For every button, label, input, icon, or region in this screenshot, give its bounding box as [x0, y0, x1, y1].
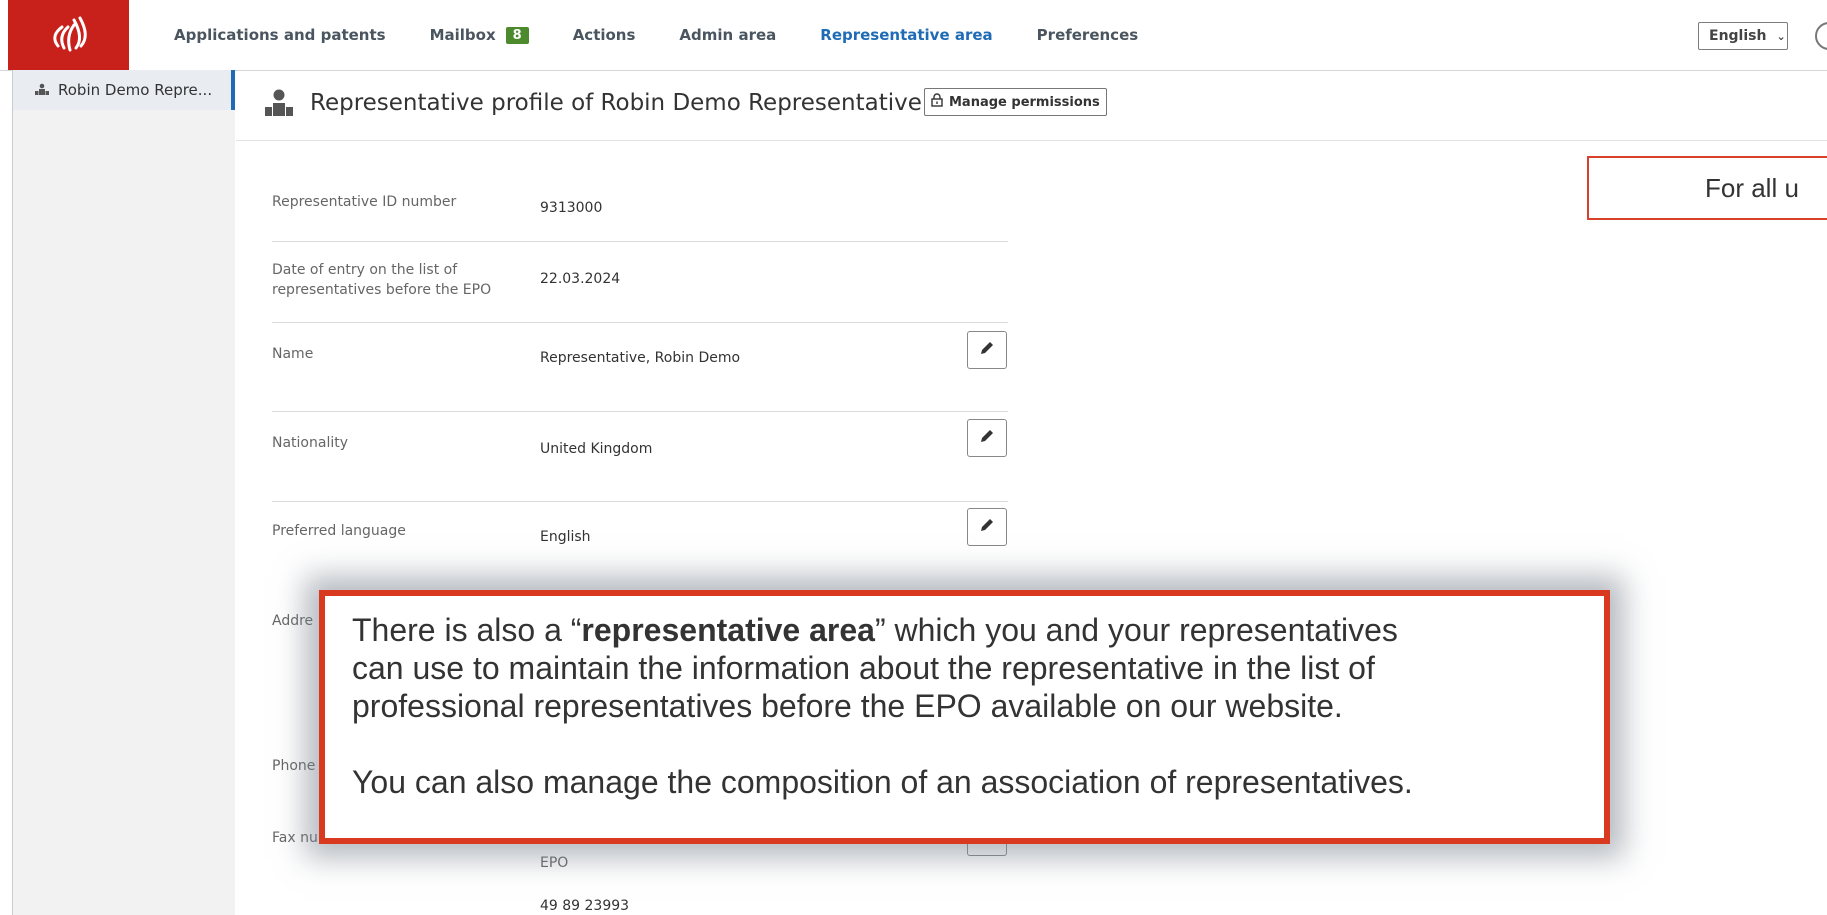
- nav-admin-area[interactable]: Admin area: [679, 26, 776, 44]
- nav-label: Preferences: [1036, 26, 1139, 44]
- profile-row-nationality: Nationality United Kingdom: [272, 411, 1008, 502]
- nav-mailbox[interactable]: Mailbox 8: [430, 26, 529, 44]
- sidebar-item-label: Robin Demo Repre...: [58, 81, 213, 99]
- row-label: Preferred language: [272, 523, 406, 539]
- callout-line-3: professional representatives before the …: [352, 688, 1343, 724]
- profile-row-date-of-entry: Date of entry on the list of representat…: [272, 241, 1008, 323]
- phone-label: Phone: [272, 758, 316, 774]
- fax-value-tail: EPO: [540, 855, 569, 871]
- nav-representative-area[interactable]: Representative area: [820, 26, 992, 44]
- page-header: Representative profile of Robin Demo Rep…: [236, 70, 1827, 141]
- callout-line-2: can use to maintain the information abou…: [352, 650, 1375, 686]
- page-title: Representative profile of Robin Demo Rep…: [310, 90, 922, 116]
- nav-actions[interactable]: Actions: [573, 26, 636, 44]
- row-value: 9313000: [540, 200, 603, 216]
- profile-row-id: Representative ID number 9313000: [272, 170, 1008, 242]
- profile-row-preferred-language: Preferred language English: [272, 501, 1008, 591]
- row-value: 22.03.2024: [540, 271, 621, 287]
- nav-label: Admin area: [679, 26, 777, 44]
- pencil-icon: [979, 340, 995, 361]
- chevron-down-icon: ⌄: [1776, 29, 1786, 43]
- row-label: Nationality: [272, 435, 349, 451]
- nav-label: Representative area: [820, 26, 993, 44]
- row-label: Date of entry on the list of representat…: [272, 262, 492, 298]
- user-group-icon: [35, 81, 49, 99]
- callout-emphasis: representative area: [581, 612, 875, 648]
- mailbox-count-badge: 8: [505, 26, 529, 44]
- user-group-icon: [264, 88, 294, 123]
- nav-applications-and-patents[interactable]: Applications and patents: [174, 26, 386, 44]
- sidebar: Robin Demo Repre...: [12, 70, 235, 915]
- partial-callout-text: For all u: [1705, 172, 1799, 203]
- profile-row-name: Name Representative, Robin Demo: [272, 322, 1008, 412]
- edit-language-button[interactable]: [967, 508, 1007, 546]
- address-label: Addre: [272, 613, 314, 629]
- language-select[interactable]: English ⌄: [1698, 22, 1788, 50]
- lock-icon: [931, 93, 943, 111]
- partial-callout-box: For all u: [1587, 156, 1827, 220]
- pencil-icon: [979, 517, 995, 538]
- row-value: United Kingdom: [540, 441, 653, 457]
- nav-preferences[interactable]: Preferences: [1037, 26, 1139, 44]
- edit-name-button[interactable]: [967, 331, 1007, 369]
- top-navigation-bar: Applications and patents Mailbox 8 Action…: [0, 0, 1827, 71]
- nav-label: Applications and patents: [174, 26, 386, 44]
- epo-logo-icon[interactable]: [8, 0, 129, 70]
- phone-number: 49 89 23993: [540, 898, 630, 914]
- manage-permissions-button[interactable]: Manage permissions: [924, 88, 1107, 116]
- sidebar-item-representative[interactable]: Robin Demo Repre...: [13, 70, 235, 110]
- manage-permissions-label: Manage permissions: [949, 94, 1100, 110]
- callout-line-1: There is also a “representative area” wh…: [352, 612, 1398, 648]
- row-value: Representative, Robin Demo: [540, 350, 741, 366]
- row-label: Name: [272, 346, 314, 362]
- nav-label: Mailbox: [429, 26, 496, 44]
- edit-nationality-button[interactable]: [967, 419, 1007, 457]
- main-nav: Applications and patents Mailbox 8 Action…: [174, 0, 1182, 70]
- row-label: Representative ID number: [272, 194, 457, 210]
- nav-label: Actions: [572, 26, 636, 44]
- fax-label: Fax nu: [272, 830, 318, 846]
- row-value: English: [540, 529, 591, 545]
- user-circle-icon[interactable]: [1815, 22, 1827, 50]
- pencil-icon: [979, 428, 995, 449]
- language-value: English: [1709, 28, 1767, 44]
- info-callout: There is also a “representative area” wh…: [319, 590, 1610, 844]
- callout-line-4: You can also manage the composition of a…: [352, 764, 1413, 800]
